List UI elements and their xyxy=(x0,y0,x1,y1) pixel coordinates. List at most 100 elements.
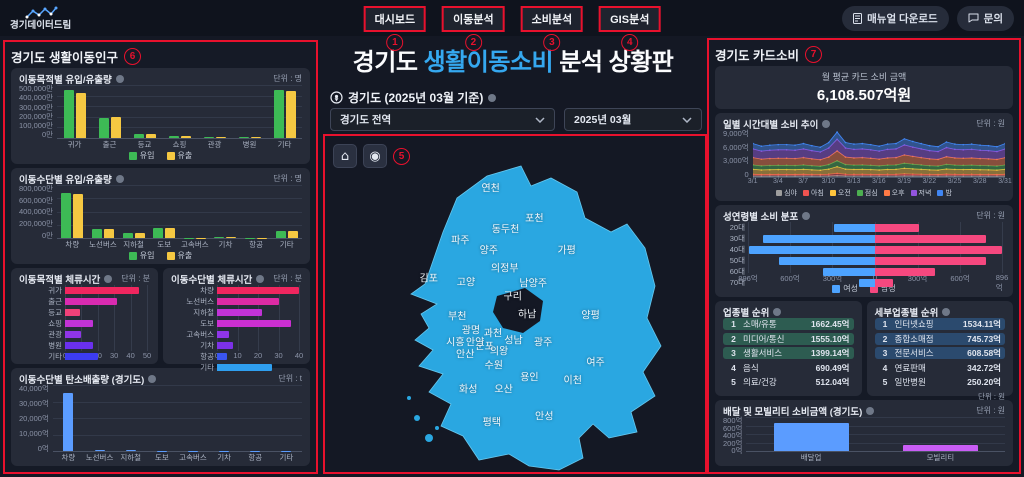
bar xyxy=(217,298,279,305)
map-city-label[interactable]: 용인 xyxy=(520,368,538,383)
hbar-track xyxy=(217,353,299,360)
map-city-label[interactable]: 의정부 xyxy=(491,259,519,274)
legend-swatch xyxy=(857,190,863,196)
chart-title: 이동목적별 체류시간 xyxy=(19,272,100,286)
rank-value: 512.04억 xyxy=(816,376,850,388)
manual-download-button[interactable]: 매뉴얼 다운로드 xyxy=(842,6,949,31)
map-city-label[interactable]: 안산 xyxy=(456,346,474,361)
purpose-stay-chart: 귀가출근등교쇼핑관광병원기타01020304050 xyxy=(19,285,150,361)
rank-number: 3 xyxy=(879,348,892,358)
plot-area xyxy=(746,417,1005,452)
legend-item[interactable]: 저녁 xyxy=(911,188,932,198)
nav-gis-button[interactable]: GIS분석 xyxy=(599,6,660,32)
map-city-label[interactable]: 양주 xyxy=(480,241,498,256)
hbar-row: 기타 xyxy=(171,362,302,373)
app-logo[interactable]: 경기데이터드림 xyxy=(10,6,71,31)
category-label: 쇼핑 xyxy=(162,139,197,150)
plot-area xyxy=(753,130,1005,178)
pyramid-body: 20대30대40대50대60대70대896억600억300억0300억600억8… xyxy=(723,222,1005,283)
legend-item[interactable]: 유입 xyxy=(129,250,155,261)
category-label: 지하철 xyxy=(115,452,146,463)
bar xyxy=(165,228,175,238)
x-tick: 3/13 xyxy=(847,178,861,185)
info-icon[interactable] xyxy=(148,375,156,383)
map-city-label[interactable]: 오산 xyxy=(494,380,512,395)
map-city-label[interactable]: 부천 xyxy=(448,307,466,322)
chart-title: 배달 및 모빌리티 소비금액 (경기도) xyxy=(723,404,862,418)
map-controls: ⌂ ◉ 5 xyxy=(333,144,410,168)
bars xyxy=(57,185,302,238)
hbar-track xyxy=(65,298,147,305)
rank-number: 4 xyxy=(727,363,740,373)
bar xyxy=(217,287,299,294)
map-city-label[interactable]: 연천 xyxy=(481,180,499,195)
info-icon[interactable] xyxy=(116,75,124,83)
map-city-label[interactable]: 화성 xyxy=(459,380,477,395)
rank-row: 5의료/건강512.04억 xyxy=(723,376,854,388)
x-tick: 3/4 xyxy=(773,178,783,185)
month-select[interactable]: 2025년 03월 xyxy=(564,108,702,131)
map-city-label[interactable]: 하남 xyxy=(518,305,536,320)
info-icon[interactable] xyxy=(256,275,264,283)
y-tick: 0억 xyxy=(731,447,742,455)
legend-item[interactable]: 유출 xyxy=(167,250,193,261)
nav-movement-button[interactable]: 이동분석 xyxy=(442,6,504,32)
annotation-6: 6 xyxy=(124,48,141,65)
nav-consumption-button[interactable]: 소비분석 xyxy=(521,6,583,32)
legend-item[interactable]: 아침 xyxy=(803,188,824,198)
category-label: 차량 xyxy=(57,239,88,250)
transport-flow-chart: 800,000만600,000만400,000만200,000만0만차량노선버스… xyxy=(19,185,302,261)
title-part-1: 경기도 xyxy=(353,49,424,76)
bar-group xyxy=(746,417,875,451)
info-icon[interactable] xyxy=(942,308,950,316)
map-city-label[interactable]: 김포 xyxy=(420,270,438,285)
legend-item[interactable]: 점심 xyxy=(857,188,878,198)
map-city-label[interactable]: 광주 xyxy=(534,334,552,349)
map-city-label[interactable]: 동두천 xyxy=(492,221,520,236)
map-city-label[interactable]: 남양주 xyxy=(519,275,547,290)
info-icon[interactable] xyxy=(104,275,112,283)
hbar-label: 도보 xyxy=(171,318,217,329)
bar-chart-body: 500,000만400,000만300,000만200,000만100,000만… xyxy=(19,85,302,150)
info-icon[interactable] xyxy=(488,94,496,102)
map-city-label[interactable]: 파주 xyxy=(451,232,469,247)
map-city-label[interactable]: 평택 xyxy=(483,413,501,428)
age-label: 60대 xyxy=(723,266,748,277)
legend-item[interactable]: 유입 xyxy=(129,150,155,161)
bar-group xyxy=(115,385,146,451)
location-pin-icon xyxy=(330,91,343,104)
nav-item-gis: GIS분석 4 xyxy=(599,6,660,32)
map-city-label[interactable]: 구리 xyxy=(504,288,522,303)
region-select[interactable]: 경기도 전역 xyxy=(330,108,555,131)
map-city-label[interactable]: 양평 xyxy=(581,306,599,321)
info-icon[interactable] xyxy=(802,212,810,220)
map-city-label[interactable]: 과천 xyxy=(484,324,502,339)
map-city-label[interactable]: 안성 xyxy=(535,407,553,422)
legend-item[interactable]: 심야 xyxy=(776,188,797,198)
nav-dashboard-button[interactable]: 대시보드 xyxy=(364,6,426,32)
legend-swatch xyxy=(884,190,890,196)
legend-item[interactable]: 밤 xyxy=(937,188,951,198)
contact-button[interactable]: 문의 xyxy=(957,6,1014,31)
gyeonggi-map[interactable]: 연천포천동두천파주양주가평의정부김포고양남양주구리부천하남양평광명과천시흥안양성… xyxy=(325,136,705,472)
legend-item[interactable]: 유출 xyxy=(167,150,193,161)
rank-value: 608.58억 xyxy=(967,347,1001,359)
info-icon[interactable] xyxy=(866,407,874,415)
map-city-label[interactable]: 가평 xyxy=(557,241,575,256)
legend-item[interactable]: 오후 xyxy=(884,188,905,198)
age-label: 30대 xyxy=(723,233,748,244)
info-icon[interactable] xyxy=(822,120,830,128)
bar xyxy=(65,320,93,327)
map-city-label[interactable]: 수원 xyxy=(485,356,503,371)
bar xyxy=(181,136,191,138)
info-icon[interactable] xyxy=(116,175,124,183)
map-city-label[interactable]: 이천 xyxy=(564,371,582,386)
info-icon[interactable] xyxy=(773,308,781,316)
legend-item[interactable]: 오전 xyxy=(830,188,851,198)
map-home-button[interactable]: ⌂ xyxy=(333,144,357,168)
map-reset-view-button[interactable]: ◉ xyxy=(363,144,387,168)
map-city-label[interactable]: 고양 xyxy=(457,274,475,289)
bar xyxy=(214,237,224,238)
map-city-label[interactable]: 여주 xyxy=(586,354,604,369)
map-city-label[interactable]: 포천 xyxy=(525,209,543,224)
